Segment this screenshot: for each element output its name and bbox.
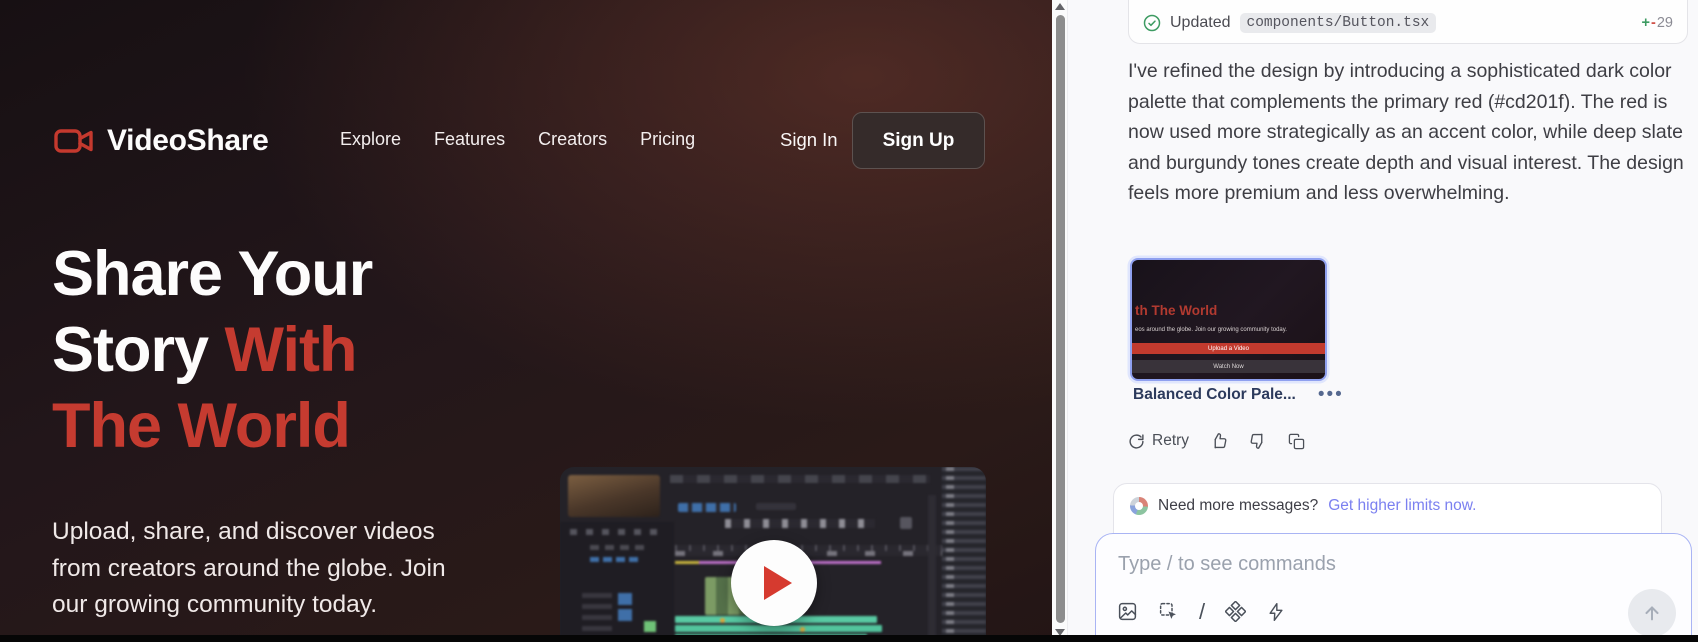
brand-logo[interactable]: VideoShare xyxy=(54,124,269,158)
hero-tagline: Upload, share, and discover videos from … xyxy=(52,514,484,624)
components-icon[interactable] xyxy=(1225,601,1246,622)
preview-scrollbar[interactable] xyxy=(1052,0,1068,642)
image-attach-icon[interactable] xyxy=(1117,601,1138,622)
site-nav: Explore Features Creators Pricing xyxy=(340,129,695,150)
nav-link-explore[interactable]: Explore xyxy=(340,129,401,150)
preview-subtext: eos around the globe. Join our growing c… xyxy=(1135,327,1287,333)
preview-heading: th The World xyxy=(1135,303,1217,318)
diff-deletions: - xyxy=(1651,15,1656,31)
retry-button[interactable]: Retry xyxy=(1128,432,1189,450)
hero-line2-white: Story xyxy=(52,315,225,385)
app-window: VideoShare Explore Features Creators Pri… xyxy=(0,0,1698,642)
design-preview-thumbnail[interactable]: th The World eos around the globe. Join … xyxy=(1130,258,1327,381)
hero-video-preview[interactable] xyxy=(560,467,986,642)
scrollbar-thumb[interactable] xyxy=(1056,15,1065,623)
play-icon xyxy=(764,566,792,600)
assistant-message: I've refined the design by introducing a… xyxy=(1128,56,1698,209)
scrollbar-up-arrow-icon[interactable] xyxy=(1055,3,1065,10)
site-preview-panel: VideoShare Explore Features Creators Pri… xyxy=(0,0,1052,642)
send-button[interactable] xyxy=(1628,589,1676,637)
window-bottom-edge xyxy=(0,635,1698,642)
update-status-label: Updated xyxy=(1170,14,1231,32)
brand-name: VideoShare xyxy=(107,124,269,158)
hero-line1: Share Your xyxy=(52,239,372,309)
diff-additions: + xyxy=(1642,15,1650,31)
diff-count: 29 xyxy=(1657,15,1673,31)
composer-card: / xyxy=(1095,533,1692,642)
usage-pie-icon xyxy=(1130,497,1148,515)
composer-input[interactable] xyxy=(1118,548,1658,580)
message-actions: Retry xyxy=(1128,432,1305,450)
preview-secondary-button: Watch Now xyxy=(1132,360,1325,373)
nav-link-features[interactable]: Features xyxy=(434,129,505,150)
upsell-question: Need more messages? xyxy=(1158,497,1318,515)
check-circle-icon xyxy=(1143,14,1161,32)
retry-label: Retry xyxy=(1152,432,1189,450)
slash-command-icon[interactable]: / xyxy=(1199,602,1205,622)
composer-toolbar: / xyxy=(1117,601,1286,622)
element-select-icon[interactable] xyxy=(1158,601,1179,622)
updated-file-chip[interactable]: components/Button.tsx xyxy=(1240,13,1437,33)
thumbs-up-button[interactable] xyxy=(1210,432,1228,450)
play-button[interactable] xyxy=(731,540,817,626)
diff-stats: + - 29 xyxy=(1642,15,1673,31)
hero-heading: Share Your Story With The World xyxy=(52,236,372,464)
thumbs-down-button[interactable] xyxy=(1249,432,1267,450)
video-camera-icon xyxy=(54,126,94,156)
site-header: VideoShare Explore Features Creators Pri… xyxy=(54,112,992,170)
file-update-card[interactable]: Updated components/Button.tsx + - 29 xyxy=(1128,0,1688,44)
hero-line3: The World xyxy=(52,391,350,461)
copy-button[interactable] xyxy=(1288,433,1305,450)
chat-panel: Updated components/Button.tsx + - 29 I'v… xyxy=(1069,0,1698,642)
hero-line2-accent: With xyxy=(225,315,357,385)
attachment-title[interactable]: Balanced Color Pale... xyxy=(1133,386,1296,404)
sign-up-button[interactable]: Sign Up xyxy=(852,112,985,169)
zap-icon[interactable] xyxy=(1266,602,1286,622)
refresh-icon xyxy=(1128,433,1145,450)
upsell-link[interactable]: Get higher limits now. xyxy=(1328,497,1476,515)
attachment-menu-icon[interactable]: ••• xyxy=(1318,390,1344,400)
sign-in-link[interactable]: Sign In xyxy=(780,129,838,151)
preview-primary-button: Upload a Video xyxy=(1132,343,1325,354)
nav-link-pricing[interactable]: Pricing xyxy=(640,129,695,150)
nav-link-creators[interactable]: Creators xyxy=(538,129,607,150)
